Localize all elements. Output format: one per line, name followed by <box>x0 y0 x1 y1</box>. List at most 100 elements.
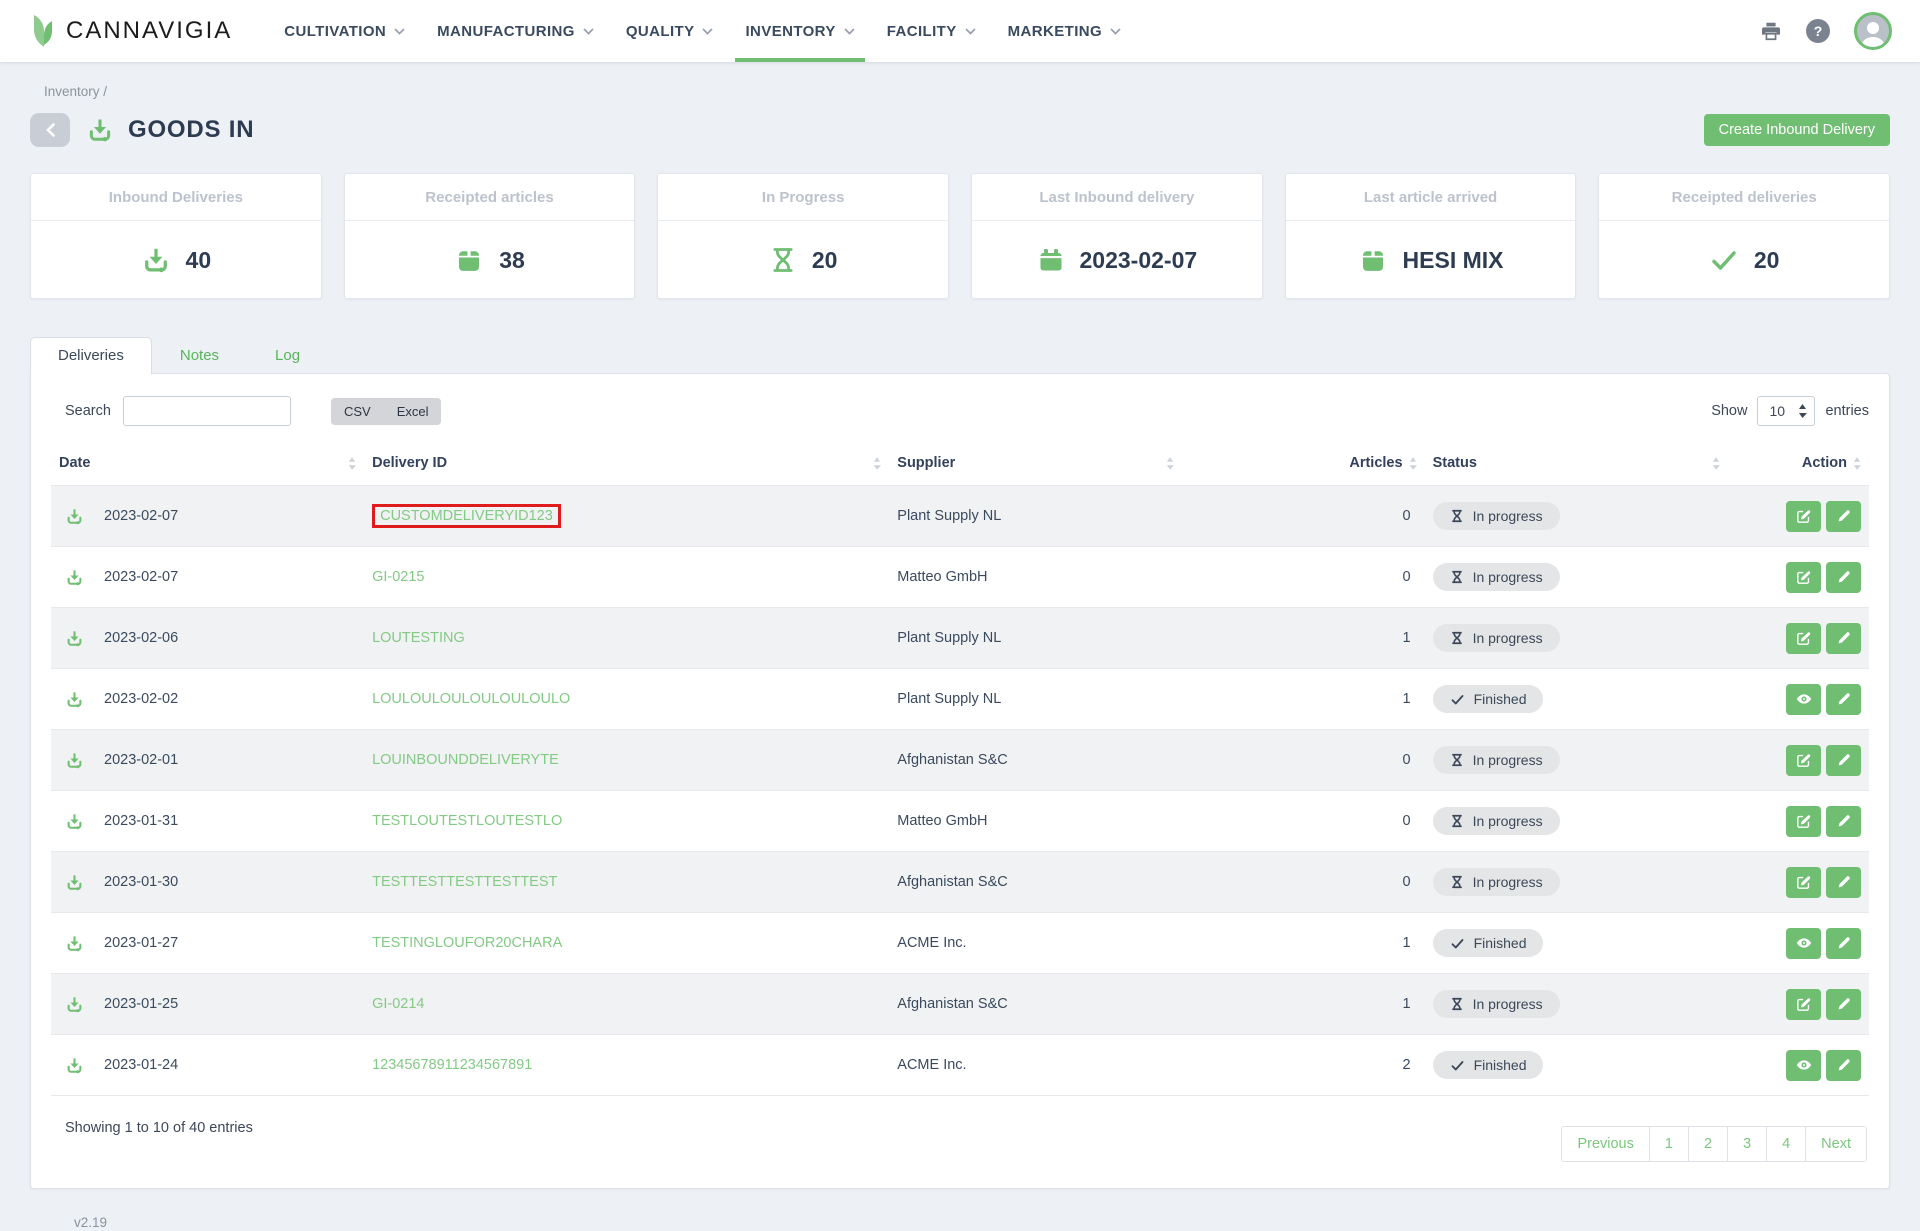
excel-export-button[interactable]: Excel <box>384 398 442 425</box>
page-2-button[interactable]: 2 <box>1688 1127 1727 1161</box>
next-page-button[interactable]: Next <box>1805 1127 1866 1161</box>
goods-in-icon <box>65 568 84 587</box>
previous-page-button[interactable]: Previous <box>1562 1127 1648 1161</box>
view-delivery-button[interactable] <box>1786 1050 1821 1081</box>
column-header-action[interactable]: Action <box>1728 442 1869 486</box>
hourglass-icon <box>1450 752 1464 768</box>
stat-value: 38 <box>499 247 525 274</box>
nav-item-manufacturing[interactable]: MANUFACTURING <box>425 0 606 62</box>
status-badge: In progress <box>1433 868 1560 896</box>
tab-bar: Deliveries Notes Log <box>30 337 1890 373</box>
page-1-button[interactable]: 1 <box>1649 1127 1688 1161</box>
edit-delivery-button[interactable] <box>1786 989 1821 1020</box>
stat-value: 20 <box>812 247 838 274</box>
edit-pencil-button[interactable] <box>1826 745 1861 776</box>
nav-item-marketing[interactable]: MARKETING <box>996 0 1133 62</box>
hourglass-icon <box>1450 630 1464 646</box>
create-inbound-delivery-button[interactable]: Create Inbound Delivery <box>1704 114 1890 146</box>
nav-item-inventory[interactable]: INVENTORY <box>733 0 866 62</box>
sort-icon <box>1853 457 1861 470</box>
edit-pencil-button[interactable] <box>1826 623 1861 654</box>
edit-square-icon <box>1795 569 1812 586</box>
delivery-date: 2023-01-25 <box>104 996 178 1012</box>
edit-delivery-button[interactable] <box>1786 806 1821 837</box>
entries-label: entries <box>1825 403 1869 419</box>
delivery-id-link[interactable]: TESTINGLOUFOR20CHARA <box>372 935 562 951</box>
stat-card-in-progress: In Progress 20 <box>657 173 949 299</box>
view-delivery-button[interactable] <box>1786 928 1821 959</box>
view-delivery-button[interactable] <box>1786 684 1821 715</box>
search-input[interactable] <box>123 396 291 426</box>
deliveries-table-body: 2023-02-07 CUSTOMDELIVERYID123 Plant Suppl… <box>51 486 1869 1096</box>
hourglass-icon <box>1450 813 1464 829</box>
delivery-id-link[interactable]: LOUINBOUNDDELIVERYTE <box>372 752 559 768</box>
app-version: v2.19 <box>74 1215 1890 1230</box>
eye-icon <box>1795 690 1813 708</box>
edit-pencil-button[interactable] <box>1826 684 1861 715</box>
edit-pencil-button[interactable] <box>1826 989 1861 1020</box>
tab-notes[interactable]: Notes <box>152 337 247 373</box>
status-badge: In progress <box>1433 502 1560 530</box>
back-button[interactable] <box>30 113 70 147</box>
pencil-icon <box>1836 935 1852 951</box>
page-3-button[interactable]: 3 <box>1727 1127 1766 1161</box>
edit-delivery-button[interactable] <box>1786 867 1821 898</box>
column-header-supplier[interactable]: Supplier <box>889 442 1182 486</box>
chevron-down-icon <box>965 28 976 35</box>
delivery-id-link[interactable]: TESTTESTTESTTESTTEST <box>372 874 557 890</box>
column-header-delivery-id[interactable]: Delivery ID <box>364 442 889 486</box>
pencil-icon <box>1836 569 1852 585</box>
delivery-id-link[interactable]: GI-0215 <box>372 569 424 585</box>
tab-log[interactable]: Log <box>247 337 328 373</box>
pagination: Previous 1 2 3 4 Next <box>1561 1126 1867 1162</box>
pencil-icon <box>1836 752 1852 768</box>
edit-pencil-button[interactable] <box>1826 867 1861 898</box>
column-header-status[interactable]: Status <box>1425 442 1728 486</box>
delivery-id-link[interactable]: 12345678911234567891 <box>372 1057 532 1073</box>
nav-item-facility[interactable]: FACILITY <box>875 0 988 62</box>
articles-count: 0 <box>1402 508 1410 524</box>
delivery-date: 2023-02-06 <box>104 630 178 646</box>
chevron-down-icon <box>844 28 855 35</box>
print-button[interactable] <box>1760 20 1782 42</box>
edit-pencil-button[interactable] <box>1826 562 1861 593</box>
page-size-select[interactable]: 10 <box>1757 396 1815 426</box>
edit-pencil-button[interactable] <box>1826 1050 1861 1081</box>
delivery-id-link[interactable]: GI-0214 <box>372 996 424 1012</box>
delivery-date: 2023-02-01 <box>104 752 178 768</box>
edit-pencil-button[interactable] <box>1826 501 1861 532</box>
pencil-icon <box>1836 813 1852 829</box>
table-row: 2023-01-30TESTTESTTESTTESTTESTAfghanista… <box>51 852 1869 913</box>
delivery-id-link[interactable]: TESTLOUTESTLOUTESTLO <box>372 813 562 829</box>
edit-square-icon <box>1795 874 1812 891</box>
column-header-date[interactable]: Date <box>51 442 364 486</box>
edit-pencil-button[interactable] <box>1826 806 1861 837</box>
edit-square-icon <box>1795 752 1812 769</box>
deliveries-panel: Search CSV Excel Show 10 entries <box>30 373 1890 1189</box>
nav-item-cultivation[interactable]: CULTIVATION <box>272 0 417 62</box>
edit-square-icon <box>1795 813 1812 830</box>
tab-deliveries[interactable]: Deliveries <box>30 337 152 374</box>
edit-square-icon <box>1795 996 1812 1013</box>
brand-logo[interactable]: CANNAVIGIA <box>28 0 232 62</box>
delivery-id-link[interactable]: LOULOULOULOULOULOULO <box>372 691 570 707</box>
breadcrumb[interactable]: Inventory / <box>44 84 1890 99</box>
delivery-date: 2023-01-27 <box>104 935 178 951</box>
supplier-name: Plant Supply NL <box>897 630 1001 646</box>
csv-export-button[interactable]: CSV <box>331 398 384 425</box>
pencil-icon <box>1836 691 1852 707</box>
delivery-date: 2023-02-07 <box>104 569 178 585</box>
nav-item-quality[interactable]: QUALITY <box>614 0 726 62</box>
help-button[interactable]: ? <box>1806 19 1830 43</box>
user-menu-button[interactable] <box>1854 12 1892 50</box>
delivery-id-link-highlighted[interactable]: CUSTOMDELIVERYID123 <box>372 504 561 528</box>
edit-delivery-button[interactable] <box>1786 623 1821 654</box>
edit-square-icon <box>1795 630 1812 647</box>
page-4-button[interactable]: 4 <box>1766 1127 1805 1161</box>
delivery-id-link[interactable]: LOUTESTING <box>372 630 465 646</box>
edit-pencil-button[interactable] <box>1826 928 1861 959</box>
column-header-articles[interactable]: Articles <box>1182 442 1424 486</box>
edit-delivery-button[interactable] <box>1786 745 1821 776</box>
edit-delivery-button[interactable] <box>1786 501 1821 532</box>
edit-delivery-button[interactable] <box>1786 562 1821 593</box>
